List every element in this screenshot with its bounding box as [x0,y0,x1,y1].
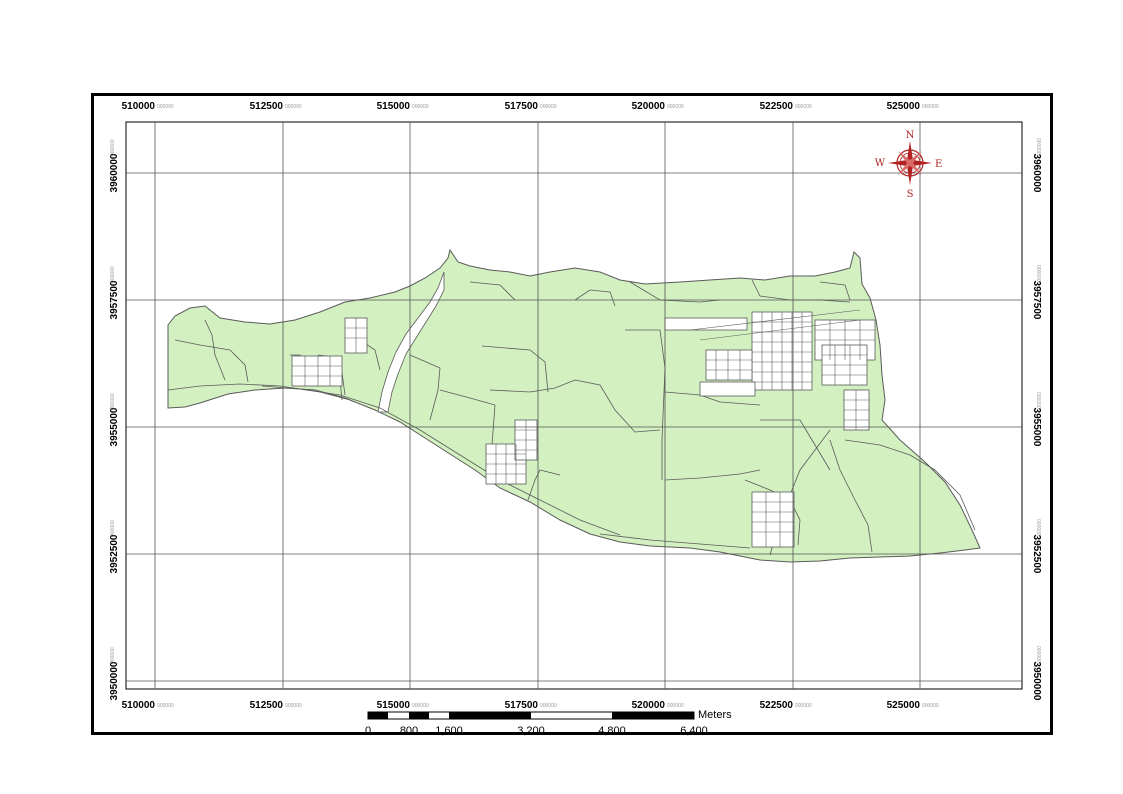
x-tick-suffix: 000000 [667,104,684,110]
y-tick-suffix: 000000 [1035,138,1041,155]
y-tick-suffix: 000000 [110,520,116,537]
y-tick-label: 3960000 [1031,154,1042,193]
scale-label: 800 [400,725,418,737]
scale-label: 0 [365,725,371,737]
x-tick-label: 510000 [122,700,156,711]
scale-label: 4,800 [598,725,626,737]
scale-segment [368,712,388,719]
x-tick-labels-top: 510000 512500 515000 517500 520000 52250… [122,101,939,112]
y-tick-label: 3955000 [109,407,120,446]
x-tick-label: 525000 [887,101,921,112]
x-tick-suffix: 000000 [285,104,302,110]
y-tick-label: 3960000 [109,153,120,192]
y-tick-suffix: 000000 [110,393,116,410]
compass-s-label: S [907,189,914,200]
x-tick-suffix: 000000 [157,703,174,709]
y-tick-suffix: 000000 [110,139,116,156]
y-tick-suffix: 000000 [110,266,116,283]
scale-segment [409,712,429,719]
y-tick-label: 3955000 [1031,408,1042,447]
x-tick-suffix: 000000 [795,104,812,110]
scale-unit: Meters [698,709,732,721]
x-tick-suffix: 000000 [922,703,939,709]
x-tick-label: 512500 [250,101,284,112]
x-tick-label: 512500 [250,700,284,711]
y-tick-label: 3952500 [1031,535,1042,574]
x-tick-suffix: 000000 [795,703,812,709]
scale-label: 6,400 [680,725,708,737]
y-tick-suffix: 000000 [110,647,116,664]
y-tick-label: 3950000 [1031,662,1042,701]
x-tick-label: 515000 [377,101,411,112]
y-tick-label: 3957500 [109,280,120,319]
x-tick-label: 522500 [760,700,794,711]
compass-e-label: E [935,159,942,170]
scale-label: 3,200 [517,725,545,737]
x-tick-suffix: 000000 [157,104,174,110]
y-tick-label: 3952500 [109,534,120,573]
study-area [167,248,981,563]
x-tick-label: 520000 [632,700,666,711]
x-tick-suffix: 000000 [540,703,557,709]
x-tick-label: 517500 [505,101,539,112]
scale-label: 1,600 [435,725,463,737]
x-tick-label: 520000 [632,101,666,112]
x-tick-suffix: 000000 [285,703,302,709]
y-tick-labels-right: 3960000 3957500 3955000 3952500 3950000 … [1031,138,1042,701]
x-tick-suffix: 000000 [667,703,684,709]
x-tick-suffix: 000000 [540,104,557,110]
scale-segment [612,712,694,719]
x-tick-suffix: 000000 [412,104,429,110]
x-tick-labels-bottom: 510000 512500 515000 517500 520000 52250… [122,700,939,711]
y-tick-label: 3950000 [109,661,120,700]
y-tick-suffix: 000000 [1035,646,1041,663]
x-tick-label: 510000 [122,101,156,112]
y-tick-suffix: 000000 [1035,265,1041,282]
y-tick-suffix: 000000 [1035,519,1041,536]
compass-w-label: W [875,158,886,169]
x-tick-label: 522500 [760,101,794,112]
scale-segment [449,712,531,719]
y-tick-suffix: 000000 [1035,392,1041,409]
x-tick-suffix: 000000 [922,104,939,110]
x-tick-suffix: 000000 [412,703,429,709]
x-tick-label: 517500 [505,700,539,711]
map-canvas: 510000 512500 515000 517500 520000 52250… [109,101,1042,737]
north-arrow-icon: N S E W [875,130,943,200]
y-tick-labels-left: 3960000 3957500 3955000 3952500 3950000 … [109,139,120,700]
y-tick-label: 3957500 [1031,281,1042,320]
scale-bar: Meters 0 800 1,600 3,200 4,800 6,400 [365,709,732,737]
x-tick-label: 515000 [377,700,411,711]
x-tick-label: 525000 [887,700,921,711]
compass-n-label: N [906,130,915,141]
